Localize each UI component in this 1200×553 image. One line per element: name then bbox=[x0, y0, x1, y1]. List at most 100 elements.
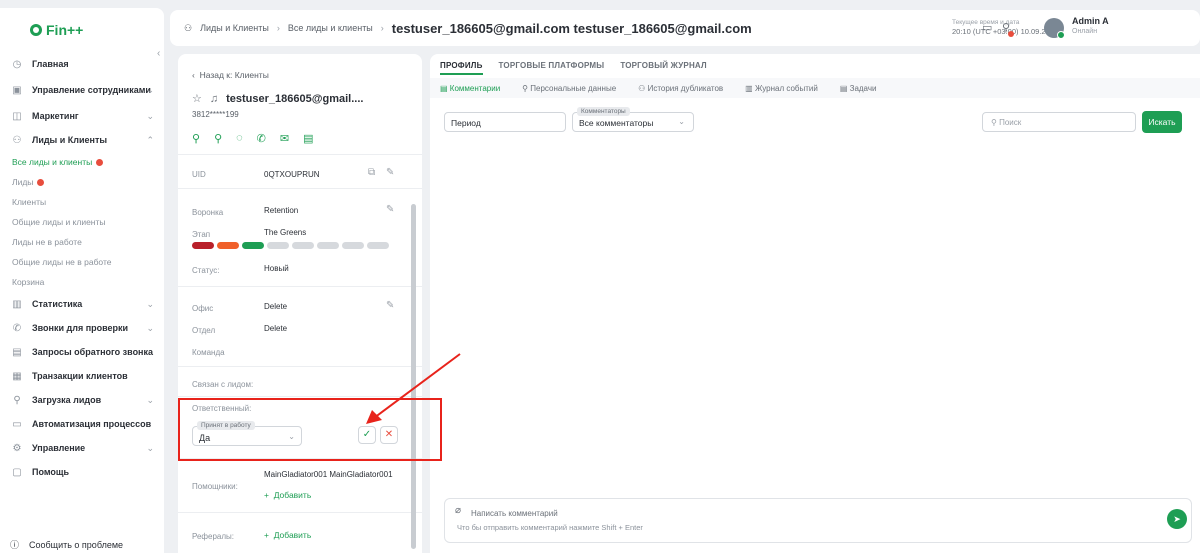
send-button[interactable]: ➤ bbox=[1167, 509, 1187, 529]
sidebar-sub-shared[interactable]: Общие лиды и клиенты bbox=[0, 212, 164, 232]
sidebar-item-automation[interactable]: ▭ Автоматизация процессов bbox=[0, 412, 164, 436]
avatar[interactable] bbox=[1044, 18, 1065, 39]
comment-hint: Что бы отправить комментарий нажмите Shi… bbox=[457, 523, 643, 532]
report-problem-link[interactable]: ⓘ Сообщить о проблеме bbox=[10, 538, 123, 551]
sidebar-sub-idle-leads[interactable]: Лиды не в работе bbox=[0, 232, 164, 252]
page-title: testuser_186605@gmail.com testuser_18660… bbox=[391, 20, 752, 36]
sidebar-item-stats[interactable]: ▥ Статистика ⌄ bbox=[0, 292, 164, 316]
comment-input[interactable]: ⌀ Написать комментарий Что бы отправить … bbox=[444, 498, 1192, 543]
add-referral-link[interactable]: + Добавить bbox=[264, 530, 311, 540]
sub-item-label: Общие лиды не в работе bbox=[12, 257, 112, 267]
sidebar-item-calls[interactable]: ✆ Звонки для проверки ⌄ bbox=[0, 316, 164, 340]
stage-pill[interactable] bbox=[317, 242, 339, 249]
phone-icon[interactable]: ✆ bbox=[257, 132, 266, 145]
chat-icon[interactable]: ◌ bbox=[236, 132, 243, 145]
automation-icon: ▭ bbox=[12, 418, 22, 430]
tab-event-log[interactable]: ▥ Журнал событий bbox=[745, 84, 818, 93]
sidebar-item-label: Лиды и Клиенты bbox=[32, 135, 108, 145]
sidebar-sub-shared-idle[interactable]: Общие лиды не в работе bbox=[0, 252, 164, 272]
stage-pill[interactable] bbox=[242, 242, 264, 249]
bell-icon[interactable]: ♫ bbox=[210, 93, 218, 105]
edit-icon[interactable]: ✎ bbox=[386, 300, 394, 311]
user-name[interactable]: Admin A bbox=[1072, 16, 1109, 26]
department-label: Отдел bbox=[192, 326, 216, 335]
user-status: Онлайн bbox=[1072, 28, 1098, 35]
sidebar-item-help[interactable]: ▢ Помощь bbox=[0, 460, 164, 484]
add-user-icon[interactable]: ⚲ bbox=[192, 132, 200, 145]
sidebar-item-management[interactable]: ⚙ Управление ⌄ bbox=[0, 436, 164, 460]
edit-icon[interactable]: ✎ bbox=[386, 167, 394, 178]
chevron-down-icon: ⌄ bbox=[678, 117, 685, 126]
paperclip-icon[interactable]: ⌀ bbox=[455, 505, 461, 516]
divider bbox=[178, 188, 422, 189]
funnel-label: Воронка bbox=[192, 208, 224, 217]
divider bbox=[178, 512, 422, 513]
chevron-down-icon: ⌄ bbox=[146, 322, 154, 333]
sidebar-item-home[interactable]: ◷ Главная bbox=[0, 52, 164, 76]
stage-pill[interactable] bbox=[192, 242, 214, 249]
edit-icon[interactable]: ✎ bbox=[386, 204, 394, 215]
chevron-up-icon: ⌃ bbox=[146, 134, 154, 145]
logo[interactable]: Fin++ bbox=[30, 22, 83, 38]
add-label: Добавить bbox=[273, 530, 312, 540]
commentators-select[interactable]: Комментаторы Все комментаторы ⌄ bbox=[572, 107, 694, 132]
tab-comments[interactable]: ▤ Комментарии bbox=[440, 84, 500, 93]
comment-placeholder: Написать комментарий bbox=[471, 509, 558, 518]
add-assistant-icon[interactable]: ⚲ bbox=[214, 132, 222, 145]
megaphone-icon: ◫ bbox=[12, 110, 22, 122]
client-header: ☆ ♫ testuser_186605@gmail.... bbox=[192, 92, 363, 106]
sidebar-item-label: Запросы обратного звонка bbox=[32, 347, 154, 357]
uid-label: UID bbox=[192, 170, 206, 179]
calendar-icon[interactable]: ▭ bbox=[982, 21, 992, 34]
message-icon[interactable]: ▤ bbox=[303, 132, 313, 145]
sidebar-item-upload[interactable]: ⚲ Загрузка лидов ⌄ bbox=[0, 388, 164, 412]
sidebar-item-callbacks[interactable]: ▤ Запросы обратного звонка bbox=[0, 340, 164, 364]
stage-progress bbox=[192, 242, 389, 249]
add-assistant-link[interactable]: + Добавить bbox=[264, 490, 311, 500]
star-icon[interactable]: ☆ bbox=[192, 92, 202, 105]
sidebar-sub-leads[interactable]: Лиды bbox=[0, 172, 164, 192]
tab-personal-data[interactable]: ⚲ Персональные данные bbox=[522, 84, 616, 93]
tab-tasks-label: Задачи bbox=[849, 83, 877, 93]
tab-tasks[interactable]: ▤ Задачи bbox=[840, 84, 877, 93]
search-placeholder: Поиск bbox=[999, 118, 1022, 127]
tab-trading-journal[interactable]: ТОРГОВЫЙ ЖУРНАЛ bbox=[620, 61, 707, 75]
stage-pill[interactable] bbox=[267, 242, 289, 249]
back-link[interactable]: ‹ Назад к: Клиенты bbox=[192, 70, 269, 80]
stage-label: Этап bbox=[192, 230, 211, 239]
tab-duplicates[interactable]: ⚇ История дубликатов bbox=[638, 84, 723, 93]
stage-value: The Greens bbox=[264, 228, 307, 237]
sidebar-item-transactions[interactable]: ▦ Транзакции клиентов bbox=[0, 364, 164, 388]
chevron-down-icon: ⌄ bbox=[146, 84, 154, 95]
breadcrumb-leads[interactable]: Лиды и Клиенты bbox=[200, 23, 269, 33]
sidebar-sub-trash[interactable]: Корзина bbox=[0, 272, 164, 292]
breadcrumb: ⚇ Лиды и Клиенты › Все лиды и клиенты › … bbox=[184, 21, 752, 36]
copy-icon[interactable]: ⧉ bbox=[368, 167, 375, 178]
stage-pill[interactable] bbox=[367, 242, 389, 249]
stage-pill[interactable] bbox=[217, 242, 239, 249]
sidebar: Fin++ ‹ ◷ Главная ▣ Управление сотрудник… bbox=[0, 8, 164, 553]
tab-profile[interactable]: ПРОФИЛЬ bbox=[440, 61, 483, 75]
tab-trading-platforms[interactable]: ТОРГОВЫЕ ПЛАТФОРМЫ bbox=[499, 61, 605, 75]
search-button[interactable]: Искать bbox=[1142, 111, 1182, 133]
quick-actions: ⚲ ⚲ ◌ ✆ ✉ ▤ bbox=[192, 132, 314, 145]
stage-pill[interactable] bbox=[342, 242, 364, 249]
tab-personal-data-label: Персональные данные bbox=[530, 83, 617, 93]
breadcrumb-all-leads[interactable]: Все лиды и клиенты bbox=[288, 23, 373, 33]
notification-badge bbox=[37, 178, 45, 186]
sidebar-sub-all-leads[interactable]: Все лиды и клиенты bbox=[0, 152, 164, 172]
back-label: Назад к: Клиенты bbox=[199, 70, 269, 80]
clock-icon: ◷ bbox=[12, 58, 22, 70]
stage-pill[interactable] bbox=[292, 242, 314, 249]
period-input[interactable]: Период bbox=[444, 112, 566, 132]
sidebar-item-staff[interactable]: ▣ Управление сотрудниками ⌄ bbox=[0, 76, 164, 104]
department-value: Delete bbox=[264, 324, 288, 333]
sidebar-item-leads[interactable]: ⚇ Лиды и Клиенты ⌃ bbox=[0, 128, 164, 152]
mail-icon[interactable]: ✉ bbox=[280, 132, 289, 145]
sidebar-sub-clients[interactable]: Клиенты bbox=[0, 192, 164, 212]
sidebar-item-marketing[interactable]: ◫ Маркетинг ⌄ bbox=[0, 104, 164, 128]
chevron-down-icon: ⌄ bbox=[146, 394, 154, 405]
search-input[interactable]: ⚲ Поиск bbox=[982, 112, 1136, 132]
sub-item-label: Лиды не в работе bbox=[12, 237, 82, 247]
breadcrumb-separator-icon: › bbox=[276, 23, 280, 33]
